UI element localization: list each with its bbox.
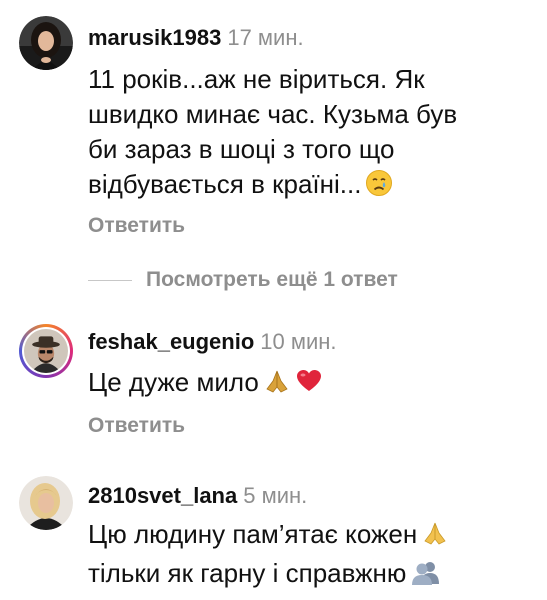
username[interactable]: marusik1983 [88,25,221,50]
comment-text: 11 років...аж не віриться. Як швидко мин… [88,62,528,206]
comment-meta: 2810svet_lana 5 мин. [88,482,307,510]
timestamp: 17 мин. [227,25,304,50]
comment-text: Це дуже мило [88,365,528,404]
folded-hands-icon [263,367,291,404]
comment-line: швидко минає час. Кузьма був [88,99,458,129]
timestamp: 10 мин. [260,329,337,354]
timestamp: 5 мин. [243,483,308,508]
avatar[interactable] [19,16,73,70]
folded-hands-icon [421,519,449,556]
woman-dark-hair-avatar-icon [19,16,73,70]
comment-line-with-emoji: тільки як гарну і справжню [88,556,528,595]
reply-button[interactable]: Ответить [88,214,185,238]
comment-meta: marusik1983 17 мин. [88,24,304,52]
crying-face-icon [365,169,393,206]
comment-meta: feshak_eugenio 10 мин. [88,328,337,356]
view-replies-label: Посмотреть ещё 1 ответ [146,268,398,291]
comment-line: 11 років...аж не віриться. Як [88,64,425,94]
comment-line: Це дуже мило [88,367,259,397]
avatar[interactable] [19,324,73,378]
busts-silhouette-icon [410,558,442,595]
divider-line [88,279,132,281]
comment-line: тільки як гарну і справжню [88,558,407,588]
comment-line: би зараз в шоці з того що [88,134,395,164]
comment-line: відбувається в країні... [88,169,362,199]
reply-button[interactable]: Ответить [88,414,185,438]
comment-line-with-emoji: Цю людину пам’ятає кожен [88,517,528,556]
red-heart-icon [295,367,323,404]
username[interactable]: 2810svet_lana [88,483,237,508]
man-with-hat-avatar-icon [24,329,68,373]
comment-item: feshak_eugenio 10 мин. Це дуже мило Ответ… [0,310,547,445]
comment-line-with-emoji: відбувається в країні... [88,167,528,206]
username[interactable]: feshak_eugenio [88,329,254,354]
blonde-woman-avatar-icon [19,476,73,530]
view-replies-button[interactable]: Посмотреть ещё 1 ответ [88,266,398,294]
avatar[interactable] [19,476,73,530]
comment-item: marusik1983 17 мин. 11 років...аж не віри… [0,0,547,250]
comment-line: Цю людину пам’ятає кожен [88,519,418,549]
comment-item: 2810svet_lana 5 мин. Цю людину пам’ятає к… [0,470,547,600]
comment-text: Цю людину пам’ятає кожен тільки як гарну… [88,517,528,595]
